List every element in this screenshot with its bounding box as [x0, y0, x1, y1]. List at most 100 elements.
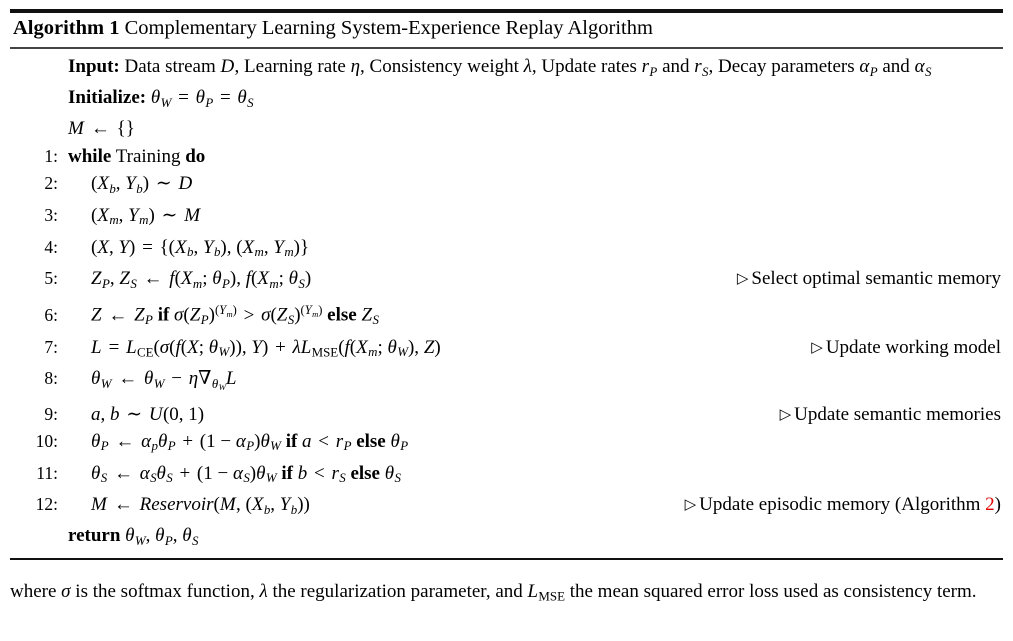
algorithm-line-1: 1: while Training do [10, 143, 1003, 170]
line-statement: (Xb, Yb) ∼ D [91, 172, 193, 196]
line-comment: ▷ Update episodic memory (Algorithm 2) [685, 492, 1003, 518]
algorithm-line-4: 4: (X, Y) = {(Xb, Yb), (Xm, Ym)} [10, 234, 1003, 266]
input-text-f: , Decay parameters [708, 56, 855, 77]
algorithm-title-text: Complementary Learning System-Experience… [124, 17, 653, 39]
theta-symbol: θ [144, 368, 154, 390]
sigma-symbol: σ [61, 581, 71, 602]
algorithm-line-2: 2: (Xb, Yb) ∼ D [10, 170, 1003, 202]
function-symbol: f [344, 336, 350, 358]
comment-close-paren: ) [994, 494, 1001, 516]
learning-rate-symbol: η [350, 56, 361, 77]
line-number: 8: [44, 368, 58, 389]
theta-symbol: θ [91, 368, 101, 390]
algorithm-label: Algorithm 1 [13, 17, 120, 39]
loss-symbol: L [300, 336, 312, 358]
equals-symbol: = [108, 336, 120, 358]
algorithm-line-8: 8: θW ← θW − η∇θWL [10, 365, 1003, 400]
initialize-row: Initialize: θW = θP = θS [68, 87, 254, 110]
memory-symbol: M [219, 494, 236, 516]
theta-p-symbol: θ [195, 87, 205, 109]
return-keyword: return [68, 525, 121, 547]
theta-symbol: θ [155, 525, 165, 547]
function-symbol: f [169, 268, 175, 290]
input-text-c: , Consistency weight [360, 56, 519, 77]
input-text-a: Data stream [124, 56, 216, 77]
comment-text: Update episodic memory (Algorithm [699, 494, 986, 516]
algorithm-return-line: return θW, θP, θS [10, 523, 1003, 554]
assign-symbol: ← [115, 430, 135, 452]
sample-symbol: ∼ [155, 172, 172, 194]
if-keyword: if [285, 430, 298, 452]
theta-w-symbol: θ [150, 87, 161, 109]
caption-part-1: where [10, 581, 62, 602]
do-keyword: do [185, 145, 206, 167]
loss-ce-subscript: CE [136, 344, 154, 360]
assign-symbol: ← [143, 268, 163, 290]
data-stream-symbol: D [178, 172, 193, 194]
sigma-symbol: σ [174, 304, 184, 326]
line-statement: θS ← αSθS + (1 − αS)θW if b < rS else θS [91, 462, 401, 486]
line-statement: θW ← θW − η∇θWL [91, 368, 237, 393]
loss-mse-subscript: MSE [538, 588, 565, 604]
line-number: 6: [44, 304, 58, 325]
line-number: 4: [44, 236, 58, 257]
uniform-symbol: U [148, 403, 163, 425]
algorithm-line-6: 6: Z ← ZP if σ(ZP)(Ym) > σ(ZS)(Ym) else … [10, 297, 1003, 333]
bottom-rule [10, 558, 1003, 561]
line-number: 11: [36, 462, 58, 483]
caption-part-3: the regularization parameter, and [267, 581, 528, 602]
theta-symbol: θ [387, 336, 397, 358]
comment-marker-icon: ▷ [779, 406, 792, 423]
else-keyword: else [350, 462, 380, 484]
alpha-symbol: α [141, 430, 152, 452]
lambda-symbol: λ [292, 336, 301, 358]
line-number: 3: [44, 204, 58, 225]
line-number: 2: [44, 172, 58, 193]
algorithm-line-10: 10: θP ← αpθP + (1 − αP)θW if a < rP els… [10, 428, 1003, 460]
assign-symbol: ← [108, 304, 128, 326]
theta-symbol: θ [288, 268, 299, 290]
comment-text: Select optimal semantic memory [751, 268, 1001, 290]
rate-symbol: r [331, 462, 339, 484]
alpha-p-symbol: α [859, 56, 870, 77]
eta-symbol: η [188, 368, 199, 390]
line-number: 5: [44, 268, 58, 289]
line-statement: (X, Y) = {(Xb, Yb), (Xm, Ym)} [91, 236, 310, 260]
alpha-symbol: α [235, 430, 246, 452]
loss-symbol: L [527, 581, 539, 602]
memory-symbol: M [68, 118, 85, 140]
sigma-symbol: σ [159, 336, 170, 358]
line-statement: L = LCE(σ(f(X; θW)), Y) + λLMSE(f(Xm; θW… [91, 336, 441, 360]
algorithm-line-9: 9: a, b ∼ U(0, 1) ▷ Update semantic memor… [10, 401, 1003, 428]
alpha-symbol: α [232, 462, 243, 484]
algorithm-line-11: 11: θS ← αSθS + (1 − αS)θW if b < rS els… [10, 460, 1003, 492]
function-symbol: f [175, 336, 181, 358]
equals-symbol: = [142, 236, 153, 258]
algorithm-line-7: 7: L = LCE(σ(f(X; θW)), Y) + λLMSE(f(Xm;… [10, 334, 1003, 366]
lambda-symbol: λ [259, 581, 268, 602]
algorithm-line-12: 12: M ← Reservoir(M, (Xb, Yb)) ▷ Update e… [10, 491, 1003, 523]
line-statement: while Training do [58, 144, 205, 170]
sample-symbol: ∼ [161, 204, 178, 226]
else-keyword: else [356, 430, 386, 452]
comment-text: Update semantic memories [794, 403, 1001, 425]
alpha-symbol: α [139, 462, 150, 484]
line-number: 1: [44, 145, 58, 166]
if-keyword: if [281, 462, 293, 484]
algorithm-2-link[interactable]: 2 [985, 494, 995, 515]
line-number: 7: [44, 336, 58, 357]
algorithm-line-5: 5: ZP, ZS ← f(Xm; θP), f(Xm; θS) ▷ Select… [10, 265, 1003, 297]
theta-symbol: θ [390, 430, 400, 452]
line-statement: M ← Reservoir(M, (Xb, Yb)) [91, 494, 310, 518]
loss-symbol: L [91, 336, 102, 358]
greater-symbol: > [243, 304, 255, 326]
theta-symbol: θ [212, 268, 222, 290]
line-statement: ZP, ZS ← f(Xm; θP), f(Xm; θS) [91, 268, 312, 291]
algorithm-body: Input: Data stream D, Learning rate η, C… [10, 49, 1003, 554]
loss-symbol: L [126, 336, 137, 358]
algorithm-figure: Algorithm 1 Complementary Learning Syste… [0, 9, 1013, 641]
initialize-label: Initialize: [68, 87, 147, 109]
minus-symbol: − [171, 368, 182, 390]
assign-symbol: ← [90, 118, 110, 140]
line-comment: ▷ Update working model [811, 335, 1003, 361]
